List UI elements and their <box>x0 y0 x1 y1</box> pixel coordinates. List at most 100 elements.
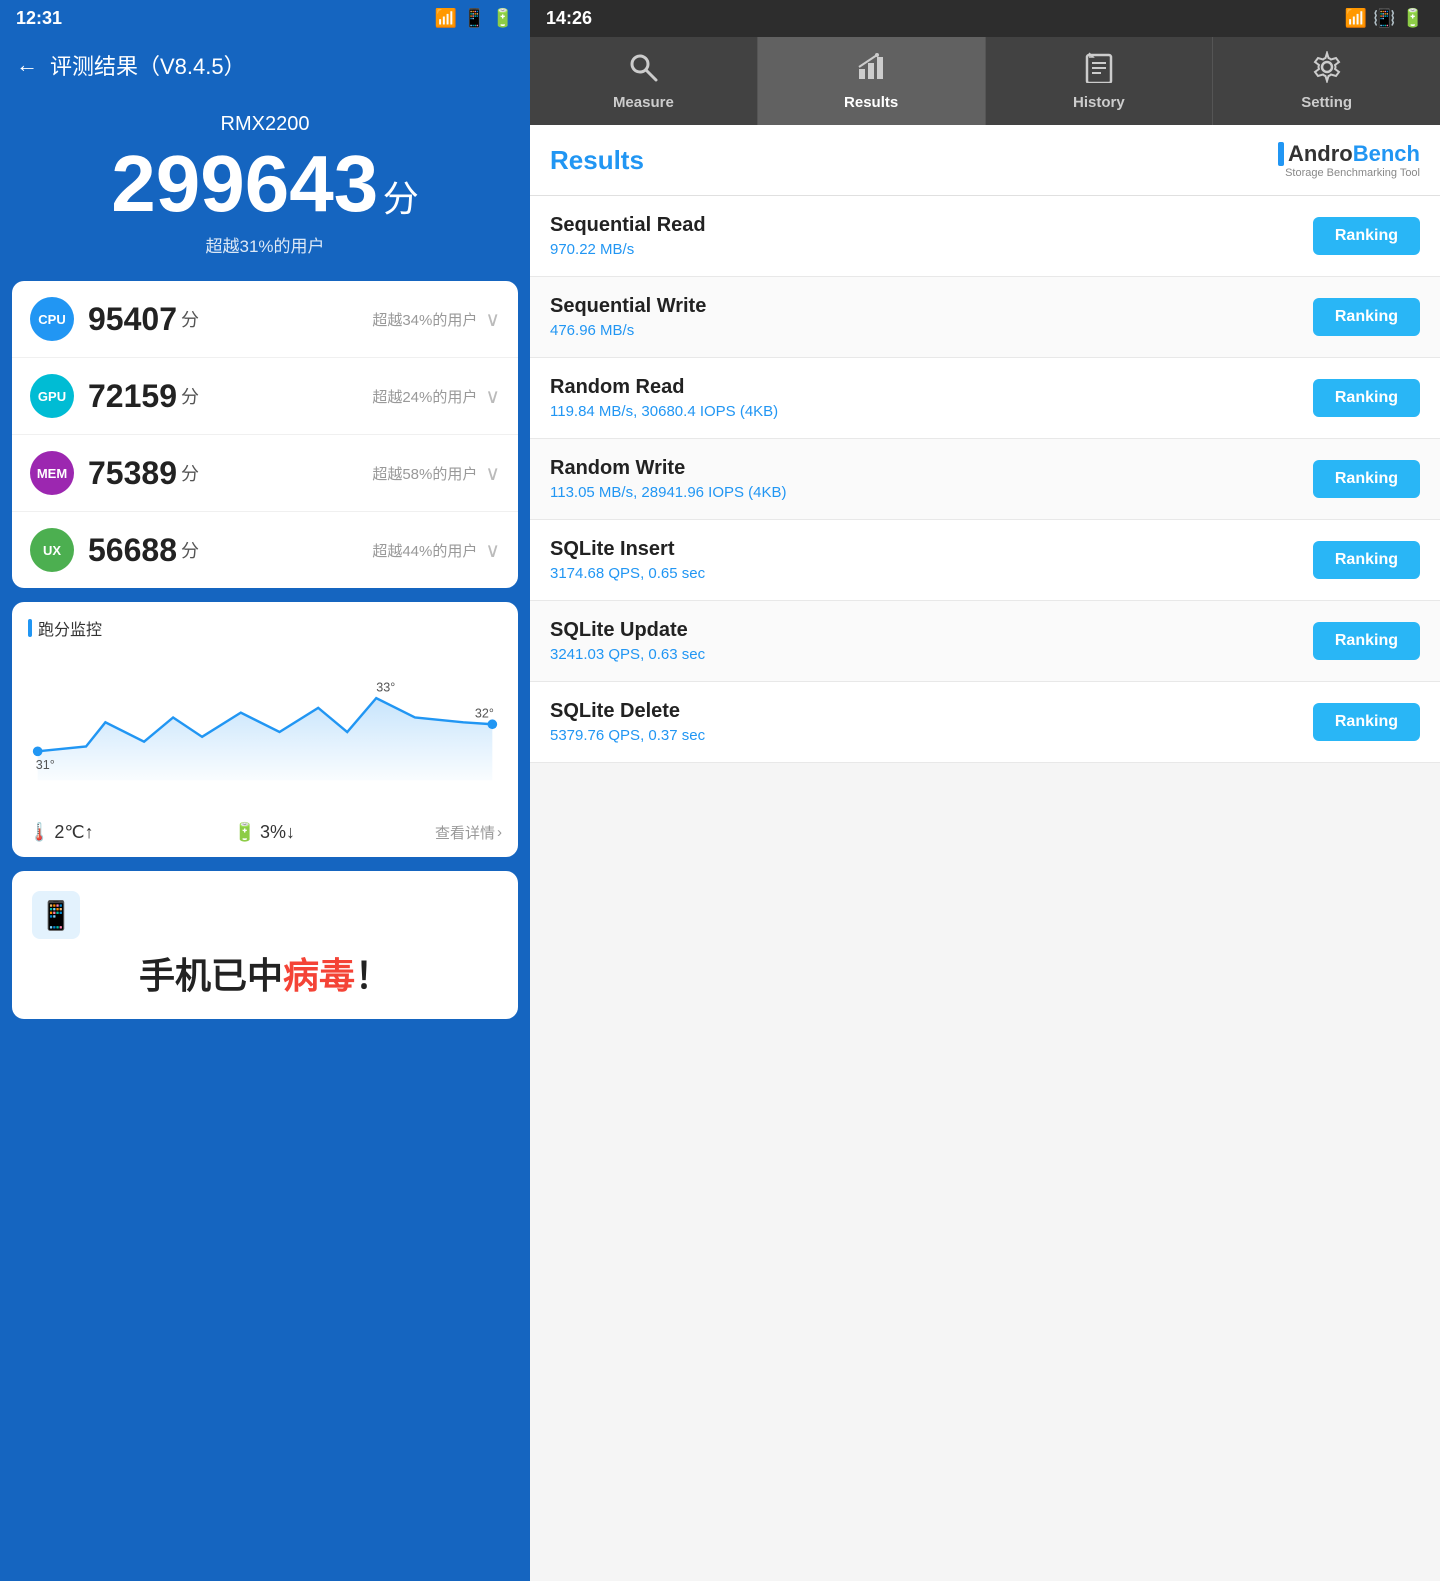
mem-score-pct: 超越58%的用户 ∨ <box>372 461 500 486</box>
gpu-score-value: 72159 <box>88 378 177 415</box>
logo-name: AndroBench <box>1288 141 1420 167</box>
mem-badge: MEM <box>30 451 74 495</box>
cpu-score-pct: 超越34%的用户 ∨ <box>372 307 500 332</box>
battery-stat: 🔋 3%↓ <box>234 822 295 843</box>
sqlite-delete-name: SQLite Delete <box>550 700 705 723</box>
rand-read-ranking-button[interactable]: Ranking <box>1313 379 1420 417</box>
back-button[interactable]: ← <box>16 52 38 78</box>
rand-write-ranking-button[interactable]: Ranking <box>1313 460 1420 498</box>
rand-write-info: Random Write 113.05 MB/s, 28941.96 IOPS … <box>550 457 787 501</box>
result-row-rand-write: Random Write 113.05 MB/s, 28941.96 IOPS … <box>530 439 1440 520</box>
battery-icon-right: 🔋 <box>1402 8 1424 29</box>
tab-history[interactable]: History <box>986 37 1214 125</box>
ux-score-unit: 分 <box>181 537 199 563</box>
sqlite-update-name: SQLite Update <box>550 619 705 642</box>
seq-write-info: Sequential Write 476.96 MB/s <box>550 295 706 339</box>
androbench-logo: AndroBench Storage Benchmarking Tool <box>1278 141 1420 179</box>
logo-andro: Andro <box>1288 141 1353 166</box>
sqlite-insert-info: SQLite Insert 3174.68 QPS, 0.65 sec <box>550 538 705 582</box>
svg-text:32°: 32° <box>475 706 494 720</box>
header-title: 评测结果（V8.4.5） <box>50 49 246 81</box>
tab-measure-label: Measure <box>613 94 674 111</box>
arrow-right-icon: › <box>497 824 502 841</box>
battery-icon: 🔋 <box>492 8 514 29</box>
cpu-chevron-icon[interactable]: ∨ <box>485 307 500 332</box>
rand-read-value: 119.84 MB/s, 30680.4 IOPS (4KB) <box>550 403 778 420</box>
result-row-sqlite-insert: SQLite Insert 3174.68 QPS, 0.65 sec Rank… <box>530 520 1440 601</box>
thermometer-icon: 🌡️ <box>28 822 50 843</box>
chart-footer: 🌡️ 2℃↑ 🔋 3%↓ 查看详情 › <box>28 822 502 843</box>
left-panel: 12:31 📶 📱 🔋 ← 评测结果（V8.4.5） RMX2200 29964… <box>0 0 530 1581</box>
tab-setting-label: Setting <box>1301 94 1352 111</box>
temperature-chart: 31° 33° 32° <box>28 652 502 812</box>
total-score-value: 299643 <box>111 139 378 228</box>
mem-chevron-icon[interactable]: ∨ <box>485 461 500 486</box>
right-panel: 14:26 📶 📳 🔋 Measure <box>530 0 1440 1581</box>
svg-text:33°: 33° <box>376 680 395 694</box>
setting-icon <box>1311 51 1343 90</box>
virus-highlight-text: 病毒 <box>283 955 355 996</box>
seq-write-value: 476.96 MB/s <box>550 322 706 339</box>
seq-read-ranking-button[interactable]: Ranking <box>1313 217 1420 255</box>
seq-write-ranking-button[interactable]: Ranking <box>1313 298 1420 336</box>
sqlite-insert-ranking-button[interactable]: Ranking <box>1313 541 1420 579</box>
results-header: Results AndroBench Storage Benchmarking … <box>530 125 1440 196</box>
ux-score-value: 56688 <box>88 532 177 569</box>
sqlite-update-value: 3241.03 QPS, 0.63 sec <box>550 646 705 663</box>
cpu-score-row: CPU 95407 分 超越34%的用户 ∨ <box>12 281 518 358</box>
sqlite-insert-name: SQLite Insert <box>550 538 705 561</box>
signal-icon: 📱 <box>463 8 485 29</box>
status-bar-right: 14:26 📶 📳 🔋 <box>530 0 1440 37</box>
device-name: RMX2200 <box>0 113 530 136</box>
tab-measure[interactable]: Measure <box>530 37 758 125</box>
ux-score-row: UX 56688 分 超越44%的用户 ∨ <box>12 512 518 588</box>
seq-read-name: Sequential Read <box>550 214 706 237</box>
virus-suffix: ！ <box>355 955 391 996</box>
logo-accent-bar <box>1278 142 1284 166</box>
monitor-bar-decoration <box>28 619 32 637</box>
tab-results-label: Results <box>844 94 898 111</box>
gpu-chevron-icon[interactable]: ∨ <box>485 384 500 409</box>
time-left: 12:31 <box>16 8 62 29</box>
sqlite-update-ranking-button[interactable]: Ranking <box>1313 622 1420 660</box>
gpu-score-row: GPU 72159 分 超越24%的用户 ∨ <box>12 358 518 435</box>
chart-svg: 31° 33° 32° <box>28 652 502 812</box>
sqlite-delete-value: 5379.76 QPS, 0.37 sec <box>550 727 705 744</box>
status-bar-left: 12:31 📶 📱 🔋 <box>0 0 530 37</box>
tab-setting[interactable]: Setting <box>1213 37 1440 125</box>
total-score-section: 299643 分 <box>0 144 530 224</box>
virus-section: 📱 手机已中病毒！ <box>12 871 518 1019</box>
ux-badge: UX <box>30 528 74 572</box>
time-right: 14:26 <box>546 8 592 29</box>
logo-sub: Storage Benchmarking Tool <box>1285 167 1420 179</box>
sqlite-delete-info: SQLite Delete 5379.76 QPS, 0.37 sec <box>550 700 705 744</box>
tab-history-label: History <box>1073 94 1125 111</box>
wifi-icon-right: 📶 <box>1345 8 1367 29</box>
battery-stat-icon: 🔋 <box>234 822 256 843</box>
sqlite-insert-value: 3174.68 QPS, 0.65 sec <box>550 565 705 582</box>
result-row-sqlite-delete: SQLite Delete 5379.76 QPS, 0.37 sec Rank… <box>530 682 1440 763</box>
mem-score-value: 75389 <box>88 455 177 492</box>
mem-score-row: MEM 75389 分 超越58%的用户 ∨ <box>12 435 518 512</box>
rand-write-name: Random Write <box>550 457 787 480</box>
ux-score-pct: 超越44%的用户 ∨ <box>372 538 500 563</box>
tab-results[interactable]: Results <box>758 37 986 125</box>
sqlite-update-info: SQLite Update 3241.03 QPS, 0.63 sec <box>550 619 705 663</box>
measure-icon <box>627 51 659 90</box>
detail-link[interactable]: 查看详情 › <box>435 822 502 843</box>
monitor-section: 跑分监控 31° 33° <box>12 602 518 857</box>
seq-read-value: 970.22 MB/s <box>550 241 706 258</box>
results-list: Sequential Read 970.22 MB/s Ranking Sequ… <box>530 196 1440 1581</box>
gpu-score-pct: 超越24%的用户 ∨ <box>372 384 500 409</box>
result-row-sqlite-update: SQLite Update 3241.03 QPS, 0.63 sec Rank… <box>530 601 1440 682</box>
rand-read-info: Random Read 119.84 MB/s, 30680.4 IOPS (4… <box>550 376 778 420</box>
gpu-badge: GPU <box>30 374 74 418</box>
virus-app-icon: 📱 <box>32 891 80 939</box>
sqlite-delete-ranking-button[interactable]: Ranking <box>1313 703 1420 741</box>
app-header: ← 评测结果（V8.4.5） <box>0 37 530 93</box>
rand-write-value: 113.05 MB/s, 28941.96 IOPS (4KB) <box>550 484 787 501</box>
svg-text:31°: 31° <box>36 758 55 772</box>
virus-normal-text: 手机已中 <box>139 955 283 996</box>
ux-chevron-icon[interactable]: ∨ <box>485 538 500 563</box>
monitor-title: 跑分监控 <box>28 616 502 640</box>
